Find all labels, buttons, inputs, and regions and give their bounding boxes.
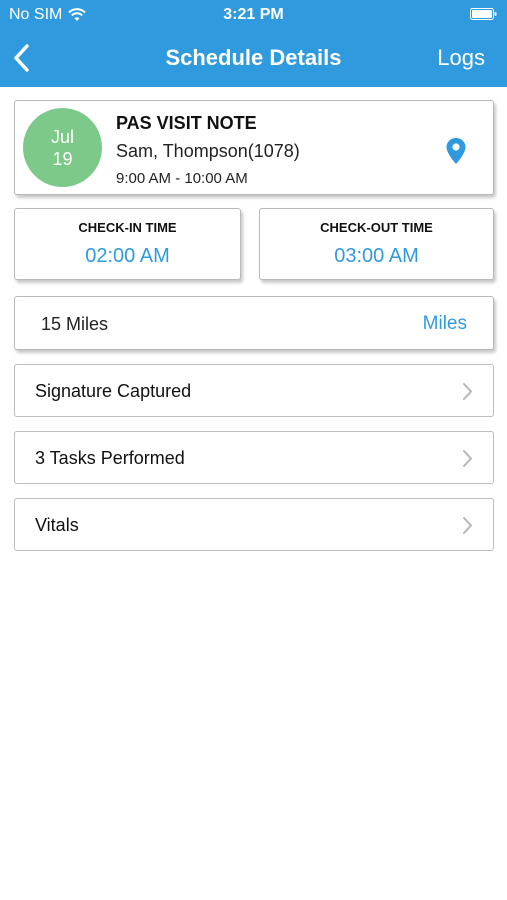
- check-out-label: CHECK-OUT TIME: [320, 220, 433, 235]
- visit-time-range: 9:00 AM - 10:00 AM: [116, 170, 248, 187]
- miles-value: 15 Miles: [41, 314, 109, 334]
- check-out-value: 03:00 AM: [334, 245, 419, 267]
- map-pin-icon[interactable]: [445, 137, 467, 165]
- check-in-value: 02:00 AM: [85, 245, 170, 267]
- date-badge: Jul 19: [23, 108, 102, 187]
- page-title: Schedule Details: [165, 45, 342, 70]
- check-in-label: CHECK-IN TIME: [78, 220, 177, 235]
- tasks-row[interactable]: 3 Tasks Performed: [14, 431, 494, 484]
- row-label: 3 Tasks Performed: [35, 448, 185, 468]
- schedule-details-screen: No SIM 3:21 PM Schedule Details Logs Jul…: [0, 0, 507, 900]
- chevron-right-icon: [463, 383, 472, 400]
- status-bar: No SIM 3:21 PM: [0, 0, 507, 30]
- row-label: Signature Captured: [35, 381, 192, 401]
- visit-title: PAS VISIT NOTE: [116, 113, 257, 133]
- status-time: 3:21 PM: [223, 6, 284, 23]
- navigation-bar: Schedule Details Logs: [0, 30, 507, 87]
- row-label: Vitals: [35, 515, 79, 535]
- check-in-card[interactable]: CHECK-IN TIME 02:00 AM: [14, 208, 241, 280]
- battery-icon: [470, 8, 497, 20]
- date-day: 19: [52, 148, 73, 169]
- chevron-right-icon: [463, 517, 472, 534]
- date-month: Jul: [50, 126, 74, 147]
- vitals-row[interactable]: Vitals: [14, 498, 494, 551]
- miles-card: 15 Miles Miles: [14, 296, 494, 350]
- visit-card: Jul 19 PAS VISIT NOTE Sam, Thompson(1078…: [14, 100, 494, 195]
- miles-button[interactable]: Miles: [423, 313, 467, 335]
- visit-client: Sam, Thompson(1078): [116, 141, 300, 161]
- logs-button[interactable]: Logs: [437, 45, 485, 71]
- signature-row[interactable]: Signature Captured: [14, 364, 494, 417]
- chevron-right-icon: [463, 450, 472, 467]
- check-out-card[interactable]: CHECK-OUT TIME 03:00 AM: [259, 208, 494, 280]
- header: No SIM 3:21 PM Schedule Details Logs: [0, 0, 507, 87]
